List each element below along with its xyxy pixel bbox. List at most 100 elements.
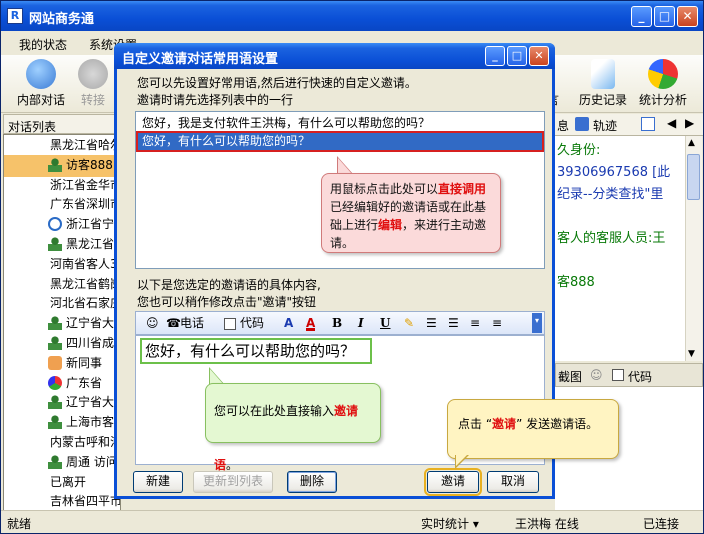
contact-row[interactable]: 吉林省四平市 — [4, 491, 121, 511]
dialog-maximize-button[interactable]: □ — [507, 46, 527, 66]
phrase-item-selected[interactable]: 您好，有什么可以帮助您的吗？ — [136, 131, 544, 152]
contact-row[interactable]: 河北省石家庄 — [4, 293, 121, 315]
minimize-button[interactable]: _ — [631, 6, 652, 27]
tab-track[interactable]: 轨迹 — [593, 117, 617, 134]
contact-label: 上海市客人 — [66, 415, 121, 430]
info-line: 39306967568 [此 — [557, 165, 671, 180]
italic-button[interactable]: I — [358, 315, 364, 333]
invite-hint-tooltip: 点击 “邀请” 发送邀请语。 — [447, 399, 619, 459]
history-icon — [591, 59, 615, 89]
contact-row[interactable]: 访客888 — [4, 154, 120, 177]
cancel-button[interactable]: 取消 — [487, 471, 539, 493]
highlight-icon[interactable]: ✎ — [404, 315, 414, 333]
status-text: 就绪 — [7, 517, 32, 531]
statusbar: 就绪 实时统计 ▾ 王洪梅 在线 已连接 — [1, 510, 703, 533]
contact-label: 黑龙江省哈尔滨 — [50, 138, 120, 152]
contact-label: 浙江省金华市 — [50, 177, 121, 192]
person-icon — [48, 336, 62, 350]
tab-scroll-right[interactable]: ▶ — [685, 116, 694, 130]
font-color-icon[interactable]: A — [306, 315, 316, 331]
history-label: 历史记录 — [578, 93, 627, 107]
contact-row[interactable]: 上海市客人 — [4, 412, 121, 434]
update-list-button[interactable]: 更新到列表 — [193, 471, 273, 493]
contact-label: 新同事 — [66, 355, 103, 370]
contact-label: 黑龙江省哈 — [66, 237, 121, 251]
scroll-up-arrow[interactable]: ▲ — [688, 138, 695, 148]
realtime-stats-dropdown[interactable]: 实时统计 ▾ — [421, 515, 479, 532]
contact-label: 访客888 — [66, 157, 113, 172]
new-button[interactable]: 新建 — [133, 471, 183, 493]
person-icon — [48, 157, 62, 172]
contact-row[interactable]: 浙江省金华市 — [4, 175, 121, 197]
invite-button[interactable]: 邀请 — [424, 468, 482, 496]
contact-label: 辽宁省大连 — [66, 395, 121, 410]
info-line — [557, 250, 683, 272]
editor-toolbar: ☺ ☎ 电话 代码 A A B I U ✎ ☰ ☰ ≡ ≡ ▾ — [135, 311, 545, 335]
contact-row[interactable]: 周通 访问 — [4, 452, 120, 474]
invite-phrase-dialog: 自定义邀请对话常用语设置 _ □ ✕ 您可以先设置好常用语,然后进行快速的自定义… — [114, 43, 619, 499]
dialog-close-button[interactable]: ✕ — [529, 46, 549, 66]
phone-icon[interactable]: ☎ — [166, 315, 181, 333]
scroll-down-arrow[interactable]: ▼ — [688, 349, 695, 359]
delete-button[interactable]: 删除 — [287, 471, 337, 493]
maximize-button[interactable]: □ — [654, 6, 675, 27]
menu-my-status[interactable]: 我的状态 — [19, 36, 67, 53]
contact-label: 河北省石家庄 — [50, 296, 121, 311]
emoji-icon[interactable]: ☺ — [146, 315, 159, 333]
contact-row[interactable]: 辽宁省大连 — [4, 313, 120, 335]
contact-row[interactable]: 辽宁省大连 — [4, 392, 121, 414]
code-button[interactable]: 代码 — [628, 368, 652, 385]
contact-row[interactable]: 广东省深圳市 — [4, 194, 120, 216]
phone-button[interactable]: 电话 — [180, 315, 204, 333]
smiley-icon[interactable]: ☺ — [590, 368, 603, 382]
editor-text[interactable]: 您好，有什么可以帮助您的吗？ — [140, 338, 372, 364]
info-line: 客888 — [557, 275, 595, 290]
conversation-list-header: 对话列表 — [3, 114, 121, 134]
history-button[interactable]: 历史记录 — [573, 59, 633, 111]
contact-row[interactable]: 浙江省宁波 — [4, 214, 120, 236]
bold-button[interactable]: B — [332, 315, 342, 333]
contact-row[interactable]: 四川省成都 — [4, 333, 121, 355]
close-button[interactable]: ✕ — [677, 6, 698, 27]
contact-label: 吉林省四平市 — [50, 494, 121, 509]
contact-row[interactable]: 广东省 — [4, 373, 120, 395]
font-size-icon[interactable]: A — [284, 315, 293, 333]
contact-label: 河南省客人3 — [50, 256, 118, 271]
contact-row[interactable]: 黑龙江省哈 — [4, 234, 121, 256]
chat-people-icon — [26, 59, 56, 89]
bullet-list-icon[interactable]: ☰ — [448, 315, 459, 333]
internal-chat-button[interactable]: 内部对话 — [11, 59, 71, 111]
tab-info[interactable]: 息 — [557, 117, 569, 134]
more-options-icon[interactable]: ▾ — [532, 313, 542, 333]
person-icon — [48, 316, 62, 331]
track-icon — [575, 117, 589, 131]
numbered-list-icon[interactable]: ☰ — [426, 315, 437, 333]
info-scrollbar[interactable]: ▲ ▼ — [685, 136, 702, 361]
person-icon — [48, 454, 62, 469]
contact-row[interactable]: 黑龙江省鹤岗 — [4, 274, 120, 296]
contact-row[interactable]: 新同事 — [4, 353, 120, 375]
main-titlebar[interactable]: R 网站商务通 _ □ ✕ — [1, 1, 703, 31]
contact-row[interactable]: 已离开 — [4, 472, 120, 494]
align-center-icon[interactable]: ≡ — [492, 315, 502, 333]
user-status: 王洪梅 在线 — [515, 517, 579, 531]
phrase-item[interactable]: 您好，我是支付软件王洪梅，有什么可以帮助您的吗？ — [138, 115, 542, 132]
intro-line: 您可以先设置好常用语,然后进行快速的自定义邀请。 — [137, 76, 417, 90]
contact-row[interactable]: 内蒙古呼和浩 — [4, 432, 120, 454]
align-left-icon[interactable]: ≡ — [470, 315, 480, 333]
dialog-titlebar[interactable]: 自定义邀请对话常用语设置 _ □ ✕ — [114, 43, 555, 69]
dialog-minimize-button[interactable]: _ — [485, 46, 505, 66]
scroll-thumb[interactable] — [687, 154, 700, 200]
contact-row[interactable]: 河南省客人3 — [4, 254, 120, 276]
contact-row[interactable]: 黑龙江省哈尔滨 — [4, 135, 120, 157]
contact-label: 四川省成都 — [66, 336, 121, 350]
dialog-footer: 新建 更新到列表 删除 邀请 取消 — [117, 468, 552, 497]
code-button[interactable]: 代码 — [240, 315, 264, 333]
stats-button[interactable]: 统计分析 — [633, 59, 693, 111]
conversation-tree[interactable]: 黑龙江省哈尔滨访客888 浙江省金华市广东省深圳市浙江省宁波黑龙江省哈河南省客人3… — [3, 134, 121, 512]
pie-chart-icon — [648, 59, 678, 89]
tab-scroll-left[interactable]: ◀ — [667, 116, 676, 130]
underline-button[interactable]: U — [380, 315, 390, 333]
orange-icon — [48, 355, 62, 370]
screenshot-button[interactable]: 截图 — [558, 368, 582, 385]
